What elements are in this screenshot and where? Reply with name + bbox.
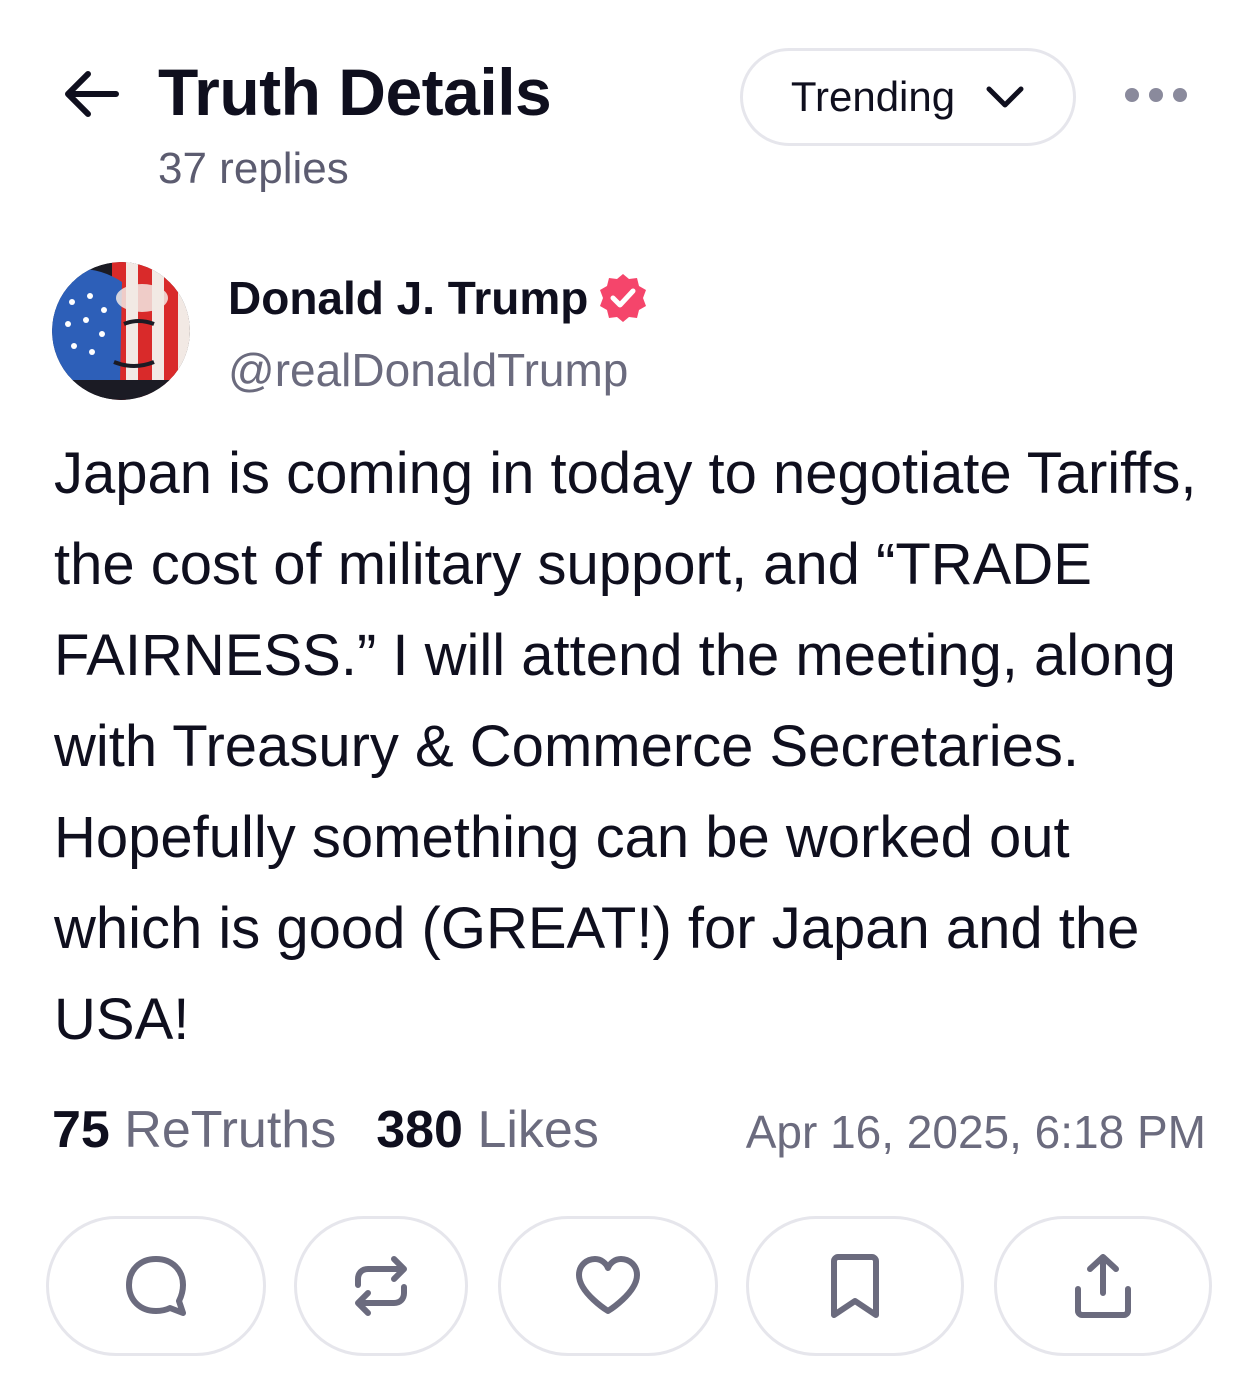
likes-count: 380 <box>376 1101 463 1159</box>
heart-icon <box>576 1256 640 1314</box>
sort-dropdown[interactable]: Trending <box>740 48 1076 146</box>
reply-button[interactable] <box>46 1216 266 1356</box>
author-handle[interactable]: @realDonaldTrump <box>228 342 628 398</box>
bookmark-button[interactable] <box>746 1216 964 1356</box>
retruths-count: 75 <box>52 1101 110 1159</box>
sort-label: Trending <box>790 73 956 120</box>
repeat-icon <box>355 1256 407 1316</box>
likes-stat[interactable]: 380 Likes <box>376 1098 599 1162</box>
retruths-stat[interactable]: 75 ReTruths <box>52 1098 336 1162</box>
bookmark-icon <box>831 1254 879 1318</box>
reply-count: 37 replies <box>158 144 349 193</box>
post-text: Japan is coming in today to negotiate Ta… <box>54 441 1197 1052</box>
chevron-down-icon <box>986 86 1024 108</box>
author-name[interactable]: Donald J. Trump <box>228 270 588 326</box>
share-icon <box>1075 1254 1131 1318</box>
truth-details-page: Truth Details 37 replies Trending Donald… <box>0 0 1260 1400</box>
page-title: Truth Details <box>158 55 552 129</box>
arrow-left-icon <box>65 71 119 117</box>
share-button[interactable] <box>994 1216 1212 1356</box>
likes-label: Likes <box>477 1101 599 1159</box>
like-button[interactable] <box>498 1216 718 1356</box>
post-timestamp: Apr 16, 2025, 6:18 PM <box>745 1106 1206 1158</box>
retruths-label: ReTruths <box>124 1101 337 1159</box>
verified-badge-icon <box>600 274 646 322</box>
avatar-image <box>52 262 190 400</box>
more-options-button[interactable] <box>1116 70 1196 120</box>
ellipsis-icon <box>1125 88 1187 102</box>
post-stats: 75 ReTruths 380 Likes <box>52 1098 599 1162</box>
back-button[interactable] <box>58 62 122 126</box>
avatar[interactable] <box>52 262 190 400</box>
retruth-button[interactable] <box>294 1216 468 1356</box>
chat-bubble-icon <box>126 1256 186 1316</box>
